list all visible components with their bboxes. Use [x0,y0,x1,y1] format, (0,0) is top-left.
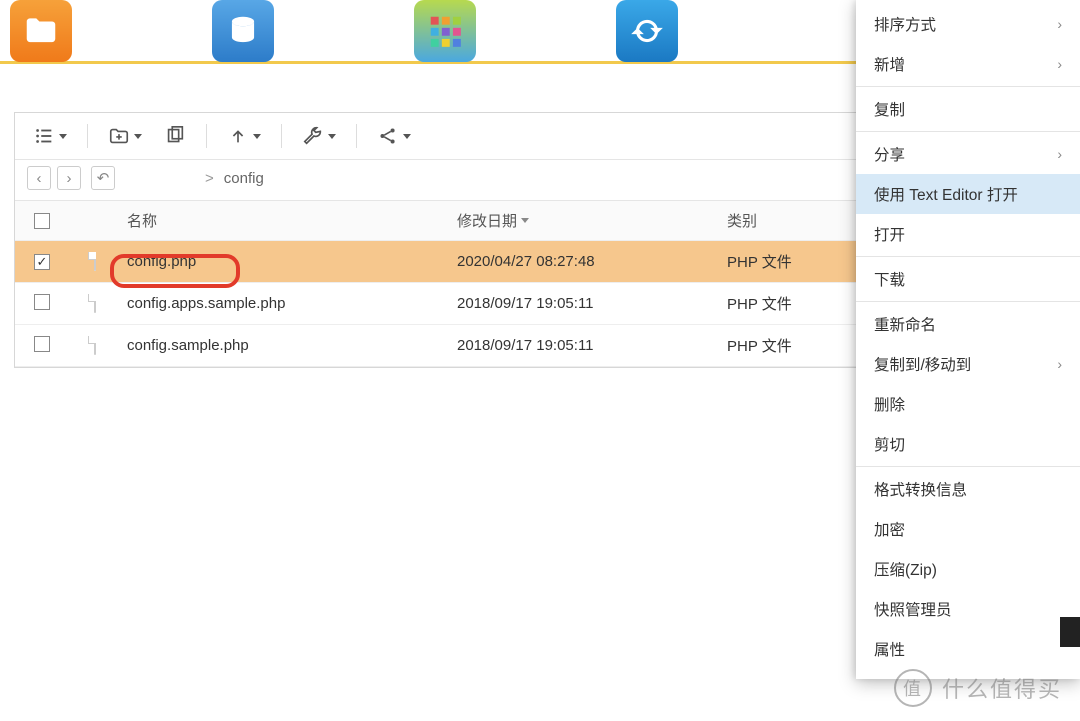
menu-share[interactable]: 分享› [856,134,1080,174]
menu-convert-info[interactable]: 格式转换信息 [856,469,1080,509]
chevron-right-icon: › [1057,146,1062,162]
menu-download[interactable]: 下载 [856,259,1080,299]
view-mode-button[interactable] [27,121,73,151]
cell-name: config.php [121,253,451,270]
file-icon [94,252,96,271]
cell-modified: 2020/04/27 08:27:48 [451,253,721,270]
column-modified[interactable]: 修改日期 [451,210,721,231]
chevron-right-icon: › [1057,356,1062,372]
cell-modified: 2018/09/17 19:05:11 [451,295,721,312]
menu-sort[interactable]: 排序方式› [856,4,1080,44]
file-icon [94,336,96,355]
new-folder-button[interactable] [102,121,148,151]
menu-properties[interactable]: 属性 [856,629,1080,669]
menu-snapshot[interactable]: 快照管理员 [856,589,1080,629]
cell-name: config.apps.sample.php [121,295,451,312]
folder-plus-icon [108,125,130,147]
column-name[interactable]: 名称 [121,210,451,231]
wrench-icon [302,125,324,147]
breadcrumb-current[interactable]: config [224,170,264,187]
share-button[interactable] [371,121,417,151]
nav-back-button[interactable]: ‹ [27,166,51,190]
folder-icon [22,12,60,50]
copy-button[interactable] [158,121,192,151]
app-tile-sync[interactable] [616,0,678,62]
list-icon [33,125,55,147]
nav-undo-button[interactable]: ↶ [91,166,115,190]
app-tile-database[interactable] [212,0,274,62]
watermark: 值 什么值得买 [894,669,1062,707]
menu-new[interactable]: 新增› [856,44,1080,84]
menu-encrypt[interactable]: 加密 [856,509,1080,549]
decorative-block [1060,617,1080,647]
sync-icon [628,12,666,50]
chevron-right-icon: › [1057,56,1062,72]
row-checkbox[interactable] [34,254,50,270]
copy-icon [164,125,186,147]
menu-zip[interactable]: 压缩(Zip) [856,549,1080,589]
app-tile-apps[interactable] [414,0,476,62]
menu-copymove[interactable]: 复制到/移动到› [856,344,1080,384]
file-icon [94,294,96,313]
menu-delete[interactable]: 删除 [856,384,1080,424]
tools-button[interactable] [296,121,342,151]
row-checkbox[interactable] [34,294,50,310]
share-icon [377,125,399,147]
context-menu: 排序方式› 新增› 复制 分享› 使用 Text Editor 打开 打开 下载… [856,0,1080,679]
cell-name: config.sample.php [121,337,451,354]
watermark-badge: 值 [894,669,932,707]
breadcrumb-separator: > [205,170,214,187]
upload-icon [227,125,249,147]
menu-cut[interactable]: 剪切 [856,424,1080,464]
app-tile-filemanager[interactable] [10,0,72,62]
database-icon [224,12,262,50]
nav-forward-button[interactable]: › [57,166,81,190]
watermark-text: 什么值得买 [942,672,1062,704]
chevron-right-icon: › [1057,16,1062,32]
cell-modified: 2018/09/17 19:05:11 [451,337,721,354]
apps-grid-icon [426,12,464,50]
menu-rename[interactable]: 重新命名 [856,304,1080,344]
upload-button[interactable] [221,121,267,151]
menu-copy[interactable]: 复制 [856,89,1080,129]
select-all-checkbox[interactable] [34,213,50,229]
sort-desc-icon [521,218,529,223]
menu-open[interactable]: 打开 [856,214,1080,254]
row-checkbox[interactable] [34,336,50,352]
menu-open-text-editor[interactable]: 使用 Text Editor 打开 [856,174,1080,214]
